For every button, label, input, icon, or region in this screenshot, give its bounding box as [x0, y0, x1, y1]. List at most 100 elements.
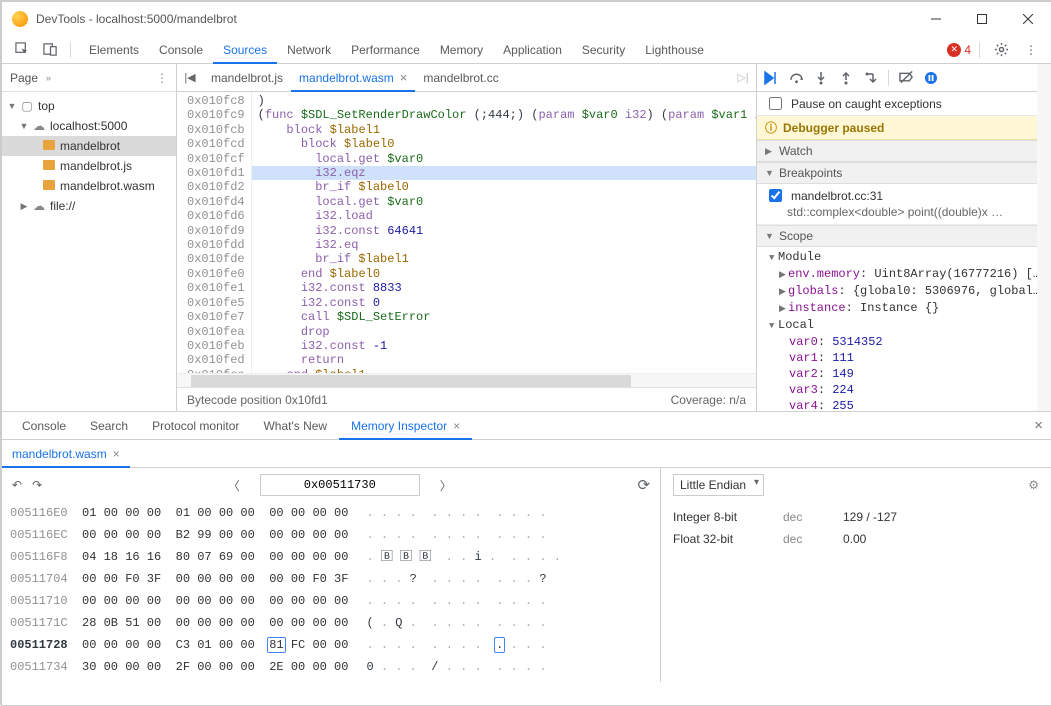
- refresh-icon[interactable]: ⟳: [637, 476, 650, 494]
- endianness-select[interactable]: Little Endian: [673, 474, 764, 496]
- drawer-tabstrip: ConsoleSearchProtocol monitorWhat's NewM…: [2, 412, 1051, 440]
- tree-file-mandelbrot-js[interactable]: mandelbrot.js: [2, 156, 176, 176]
- breakpoint-checkbox[interactable]: [769, 189, 782, 202]
- navigator-more-icon[interactable]: ⋮: [156, 71, 168, 85]
- scope-instance[interactable]: ▶instance: Instance {}: [763, 300, 1045, 317]
- value-row: Integer 8-bitdec129 / -127: [673, 506, 1039, 528]
- tree-host[interactable]: ▼☁localhost:5000: [2, 116, 176, 136]
- bytecode-position: Bytecode position 0x10fd1: [187, 393, 328, 407]
- main-tab-sources[interactable]: Sources: [213, 36, 277, 64]
- step-out-icon[interactable]: [838, 70, 854, 86]
- main-tab-security[interactable]: Security: [572, 36, 635, 64]
- tree-file-mandelbrot-wasm[interactable]: mandelbrot.wasm: [2, 176, 176, 196]
- main-tab-console[interactable]: Console: [149, 36, 213, 64]
- drawer-tab-protocol-monitor[interactable]: Protocol monitor: [140, 412, 251, 440]
- close-icon[interactable]: ×: [400, 70, 408, 85]
- drawer-tab-search[interactable]: Search: [78, 412, 140, 440]
- breakpoint-detail: std::complex<double> point((double)x …: [765, 205, 1043, 219]
- hex-view[interactable]: 005116E001 00 00 00 01 00 00 00 00 00 00…: [2, 502, 660, 682]
- tree-file-mandelbrot[interactable]: mandelbrot: [2, 136, 176, 156]
- close-button[interactable]: [1005, 2, 1051, 35]
- breakpoint-item[interactable]: mandelbrot.cc:31 std::complex<double> po…: [757, 184, 1051, 225]
- editor-tab-wasm[interactable]: mandelbrot.wasm×: [291, 64, 415, 92]
- value-settings-gear-icon[interactable]: ⚙: [1028, 478, 1039, 492]
- scope-module[interactable]: ▼Module: [763, 249, 1045, 266]
- hex-row[interactable]: 0051171000 00 00 00 00 00 00 00 00 00 00…: [10, 590, 652, 612]
- main-tab-memory[interactable]: Memory: [430, 36, 493, 64]
- step-icon[interactable]: [863, 70, 879, 86]
- device-toolbar-icon[interactable]: [38, 42, 62, 57]
- maximize-button[interactable]: [959, 2, 1005, 35]
- devtools-logo-icon: [12, 11, 28, 27]
- code-body[interactable]: )(func $SDL_SetRenderDrawColor (;444;) (…: [252, 92, 756, 373]
- address-gutter: 0x010fc8 0x010fc9 0x010fcb 0x010fcd 0x01…: [177, 92, 252, 373]
- main-tab-application[interactable]: Application: [493, 36, 572, 64]
- memory-address-input[interactable]: [260, 474, 420, 496]
- scope-globals[interactable]: ▶globals: {global0: 5306976, global1: 65…: [763, 283, 1045, 300]
- pause-on-caught-checkbox[interactable]: [769, 97, 782, 110]
- pause-on-caught-row[interactable]: Pause on caught exceptions: [757, 92, 1051, 116]
- drawer-close-icon[interactable]: ×: [1034, 417, 1043, 434]
- scope-section[interactable]: ▼Scope: [757, 225, 1051, 247]
- scope-var[interactable]: var4: 255: [763, 398, 1045, 411]
- main-tab-performance[interactable]: Performance: [341, 36, 430, 64]
- debugger-panel: Pause on caught exceptions ⓘ Debugger pa…: [756, 64, 1051, 411]
- scope-var[interactable]: var3: 224: [763, 382, 1045, 398]
- hex-row[interactable]: 0051172800 00 00 00 C3 01 00 00 81 FC 00…: [10, 634, 652, 656]
- editor-scrollbar-horizontal[interactable]: [177, 373, 756, 387]
- close-icon[interactable]: ×: [453, 419, 460, 433]
- editor-tab-cc[interactable]: mandelbrot.cc: [415, 64, 506, 92]
- debugger-scrollbar[interactable]: [1037, 64, 1051, 411]
- watch-section[interactable]: ▶Watch: [757, 140, 1051, 162]
- main-tab-network[interactable]: Network: [277, 36, 341, 64]
- error-count[interactable]: ✕4: [947, 43, 971, 57]
- inspect-element-icon[interactable]: [10, 42, 34, 57]
- minimize-button[interactable]: [913, 2, 959, 35]
- drawer-tab-memory-inspector[interactable]: Memory Inspector×: [339, 412, 472, 440]
- next-page-icon[interactable]: 〉: [430, 477, 462, 494]
- scope-var[interactable]: var0: 5314352: [763, 334, 1045, 350]
- breakpoints-section[interactable]: ▼Breakpoints: [757, 162, 1051, 184]
- undo-icon[interactable]: ↶: [12, 478, 22, 492]
- tree-file-scheme[interactable]: ▶☁file://: [2, 196, 176, 216]
- step-into-icon[interactable]: [813, 70, 829, 86]
- debugger-paused-banner: ⓘ Debugger paused: [757, 116, 1051, 140]
- close-icon[interactable]: ×: [113, 447, 120, 461]
- redo-icon[interactable]: ↷: [32, 478, 42, 492]
- more-menu-icon[interactable]: ⋮: [1019, 43, 1043, 57]
- memory-value-panel: Little Endian ⚙ Integer 8-bitdec129 / -1…: [661, 468, 1051, 682]
- memory-hex-panel: ↶ ↷ 〈 〉 ⟳ 005116E001 00 00 00 01 00 00 0…: [2, 468, 661, 682]
- pause-on-exceptions-icon[interactable]: [923, 70, 939, 86]
- hex-row[interactable]: 0051171C28 0B 51 00 00 00 00 00 00 00 00…: [10, 612, 652, 634]
- drawer-tab-console[interactable]: Console: [10, 412, 78, 440]
- deactivate-breakpoints-icon[interactable]: [898, 70, 914, 86]
- scope-var[interactable]: var2: 149: [763, 366, 1045, 382]
- hex-row[interactable]: 0051170400 00 F0 3F 00 00 00 00 00 00 F0…: [10, 568, 652, 590]
- hex-row[interactable]: 0051173430 00 00 00 2F 00 00 00 2E 00 00…: [10, 656, 652, 678]
- settings-gear-icon[interactable]: [988, 42, 1015, 57]
- hex-row[interactable]: 005116EC00 00 00 00 B2 99 00 00 00 00 00…: [10, 524, 652, 546]
- main-tab-elements[interactable]: Elements: [79, 36, 149, 64]
- info-icon: ⓘ: [765, 119, 777, 136]
- hex-row[interactable]: 005116E001 00 00 00 01 00 00 00 00 00 00…: [10, 502, 652, 524]
- scope-local[interactable]: ▼Local: [763, 317, 1045, 334]
- window-controls: [913, 2, 1051, 35]
- memory-tabstrip: mandelbrot.wasm×: [2, 440, 1051, 468]
- nav-back-icon[interactable]: |◀: [177, 71, 203, 84]
- main-tab-lighthouse[interactable]: Lighthouse: [635, 36, 714, 64]
- memory-tab-wasm[interactable]: mandelbrot.wasm×: [2, 440, 130, 468]
- code-editor[interactable]: 0x010fc8 0x010fc9 0x010fcb 0x010fcd 0x01…: [177, 92, 756, 373]
- drawer-tab-what's-new[interactable]: What's New: [251, 412, 339, 440]
- step-over-icon[interactable]: [788, 70, 804, 86]
- editor-tab-js[interactable]: mandelbrot.js: [203, 64, 291, 92]
- editor-tabstrip: |◀ mandelbrot.js mandelbrot.wasm× mandel…: [177, 64, 756, 92]
- scope-env-memory[interactable]: ▶env.memory: Uint8Array(16777216) [101, …: [763, 266, 1045, 283]
- resume-icon[interactable]: [763, 70, 779, 86]
- hex-row[interactable]: 005116F804 18 16 16 80 07 69 00 00 00 00…: [10, 546, 652, 568]
- navigator-title[interactable]: Page: [10, 71, 38, 85]
- value-interpretations: Integer 8-bitdec129 / -127Float 32-bitde…: [661, 502, 1051, 554]
- run-snippet-icon[interactable]: ▷|: [730, 71, 756, 84]
- scope-var[interactable]: var1: 111: [763, 350, 1045, 366]
- prev-page-icon[interactable]: 〈: [218, 477, 250, 494]
- tree-top[interactable]: ▼▢top: [2, 96, 176, 116]
